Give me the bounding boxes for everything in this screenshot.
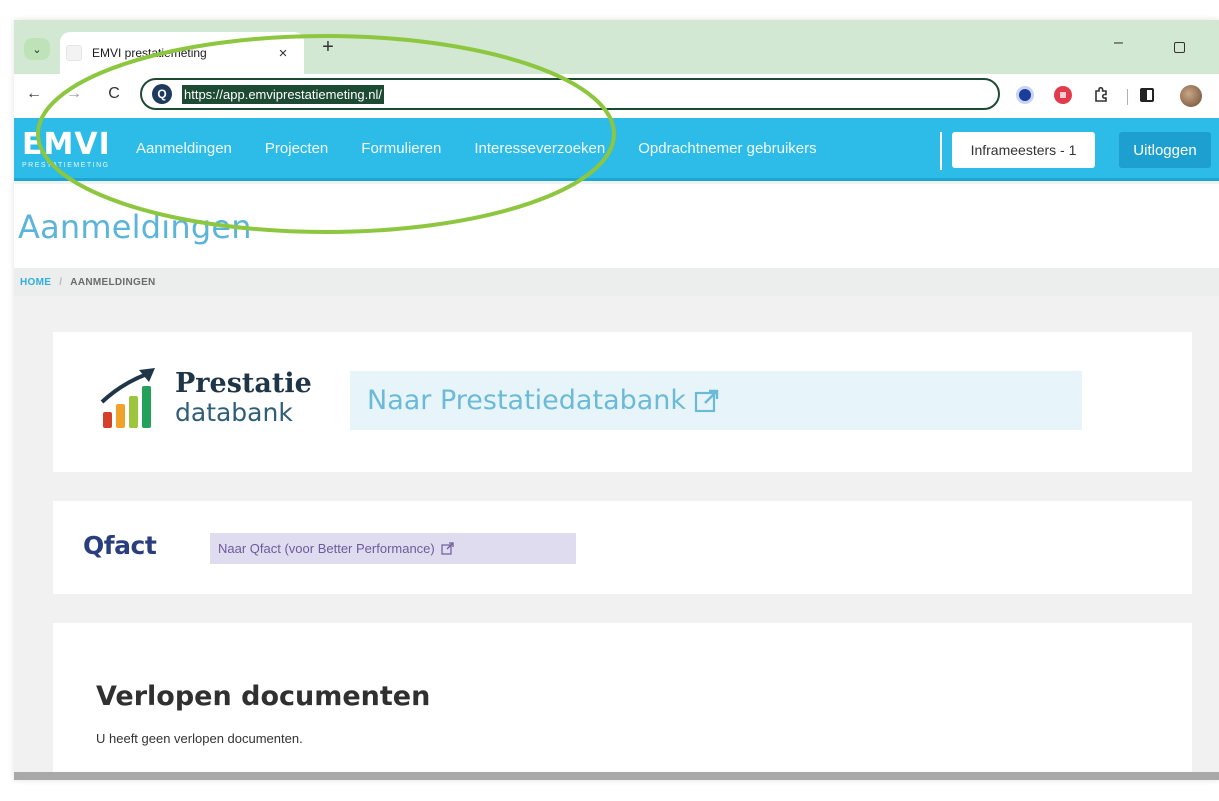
external-link-icon <box>694 389 719 412</box>
toolbar-divider <box>1127 89 1128 105</box>
qfact-link-button[interactable]: Naar Qfact (voor Better Performance) <box>210 533 576 564</box>
close-icon[interactable]: × <box>274 45 292 62</box>
main-menu: Aanmeldingen Projecten Formulieren Inter… <box>136 140 850 157</box>
brand-name: EMVI <box>22 127 111 162</box>
prestatiedatabank-link-button[interactable]: Naar Prestatiedatabank <box>350 371 1082 430</box>
tab-search-button[interactable]: ⌄ <box>24 38 50 60</box>
window-bottom-edge <box>14 772 1219 780</box>
chevron-down-icon: ⌄ <box>32 43 42 56</box>
organisation-button[interactable]: Inframeesters - 1 <box>952 132 1095 168</box>
breadcrumb-current: AANMELDINGEN <box>70 276 156 288</box>
password-manager-icon[interactable] <box>1016 86 1034 104</box>
extension-icon[interactable] <box>1054 86 1072 104</box>
breadcrumb: HOME / AANMELDINGEN <box>14 268 1219 296</box>
browser-toolbar: ← → C Q https://app.emviprestatiemeting.… <box>14 74 1219 118</box>
breadcrumb-home[interactable]: HOME <box>20 277 51 288</box>
site-info-icon[interactable]: Q <box>152 84 172 104</box>
favicon-icon <box>66 45 82 61</box>
main-content: Prestatie databank Naar Prestatiedataban… <box>14 296 1219 780</box>
qfact-card: Qfact Naar Qfact (voor Better Performanc… <box>53 501 1192 594</box>
breadcrumb-separator: / <box>59 276 63 288</box>
expired-documents-card: Verlopen documenten U heeft geen verlope… <box>53 623 1192 780</box>
page-header: Aanmeldingen <box>14 184 1219 268</box>
nav-item-interesseverzoeken[interactable]: Interesseverzoeken <box>474 140 605 157</box>
prestatiedatabank-card: Prestatie databank Naar Prestatiedataban… <box>53 332 1192 472</box>
tab-title: EMVI prestatiemeting <box>92 46 207 60</box>
nav-item-formulieren[interactable]: Formulieren <box>361 140 441 157</box>
forward-arrow-icon[interactable]: → <box>64 85 84 103</box>
nav-item-projecten[interactable]: Projecten <box>265 140 328 157</box>
brand-subtitle: PRESTATIEMETING <box>22 162 110 169</box>
expired-documents-title: Verlopen documenten <box>96 681 431 712</box>
external-link-icon <box>441 542 454 555</box>
back-arrow-icon[interactable]: ← <box>24 85 44 103</box>
logo-text-databank: databank <box>175 398 293 427</box>
qfact-logo: Qfact <box>83 531 157 560</box>
page-title: Aanmeldingen <box>18 208 252 246</box>
reload-icon[interactable]: C <box>104 85 124 103</box>
logo-text-prestatie: Prestatie <box>175 368 312 399</box>
plus-icon[interactable]: + <box>316 36 340 59</box>
minimize-window-button[interactable]: – <box>1114 34 1123 52</box>
active-tab[interactable]: EMVI prestatiemeting × <box>60 32 304 74</box>
nav-item-opdrachtnemer-gebruikers[interactable]: Opdrachtnemer gebruikers <box>638 140 816 157</box>
address-bar[interactable]: Q https://app.emviprestatiemeting.nl/ <box>140 78 1000 110</box>
screenshot-frame: ⌄ EMVI prestatiemeting × + – ← → C Q htt… <box>0 0 1219 801</box>
bar-chart-arrow-icon <box>100 368 155 428</box>
extension-glyph <box>1060 92 1066 98</box>
puzzle-icon[interactable] <box>1092 86 1110 104</box>
prestatiedatabank-logo: Prestatie databank <box>99 362 319 432</box>
app-navbar: EMVI PRESTATIEMETING Aanmeldingen Projec… <box>14 118 1219 181</box>
qfact-link-label: Naar Qfact (voor Better Performance) <box>218 541 435 556</box>
browser-window: ⌄ EMVI prestatiemeting × + – ← → C Q htt… <box>14 20 1219 780</box>
nav-item-aanmeldingen[interactable]: Aanmeldingen <box>136 140 232 157</box>
side-panel-icon[interactable] <box>1140 88 1154 102</box>
puzzle-glyph <box>1095 86 1107 102</box>
avatar[interactable] <box>1180 85 1202 107</box>
emvi-logo[interactable]: EMVI PRESTATIEMETING <box>22 130 118 170</box>
prestatiedatabank-link-label: Naar Prestatiedatabank <box>367 385 687 416</box>
logout-button[interactable]: Uitloggen <box>1119 132 1211 168</box>
navbar-divider <box>940 132 942 170</box>
maximize-window-button[interactable] <box>1174 42 1185 53</box>
url-text[interactable]: https://app.emviprestatiemeting.nl/ <box>182 84 384 104</box>
expired-documents-message: U heeft geen verlopen documenten. <box>96 731 303 746</box>
tab-strip: ⌄ EMVI prestatiemeting × + – <box>14 20 1219 74</box>
